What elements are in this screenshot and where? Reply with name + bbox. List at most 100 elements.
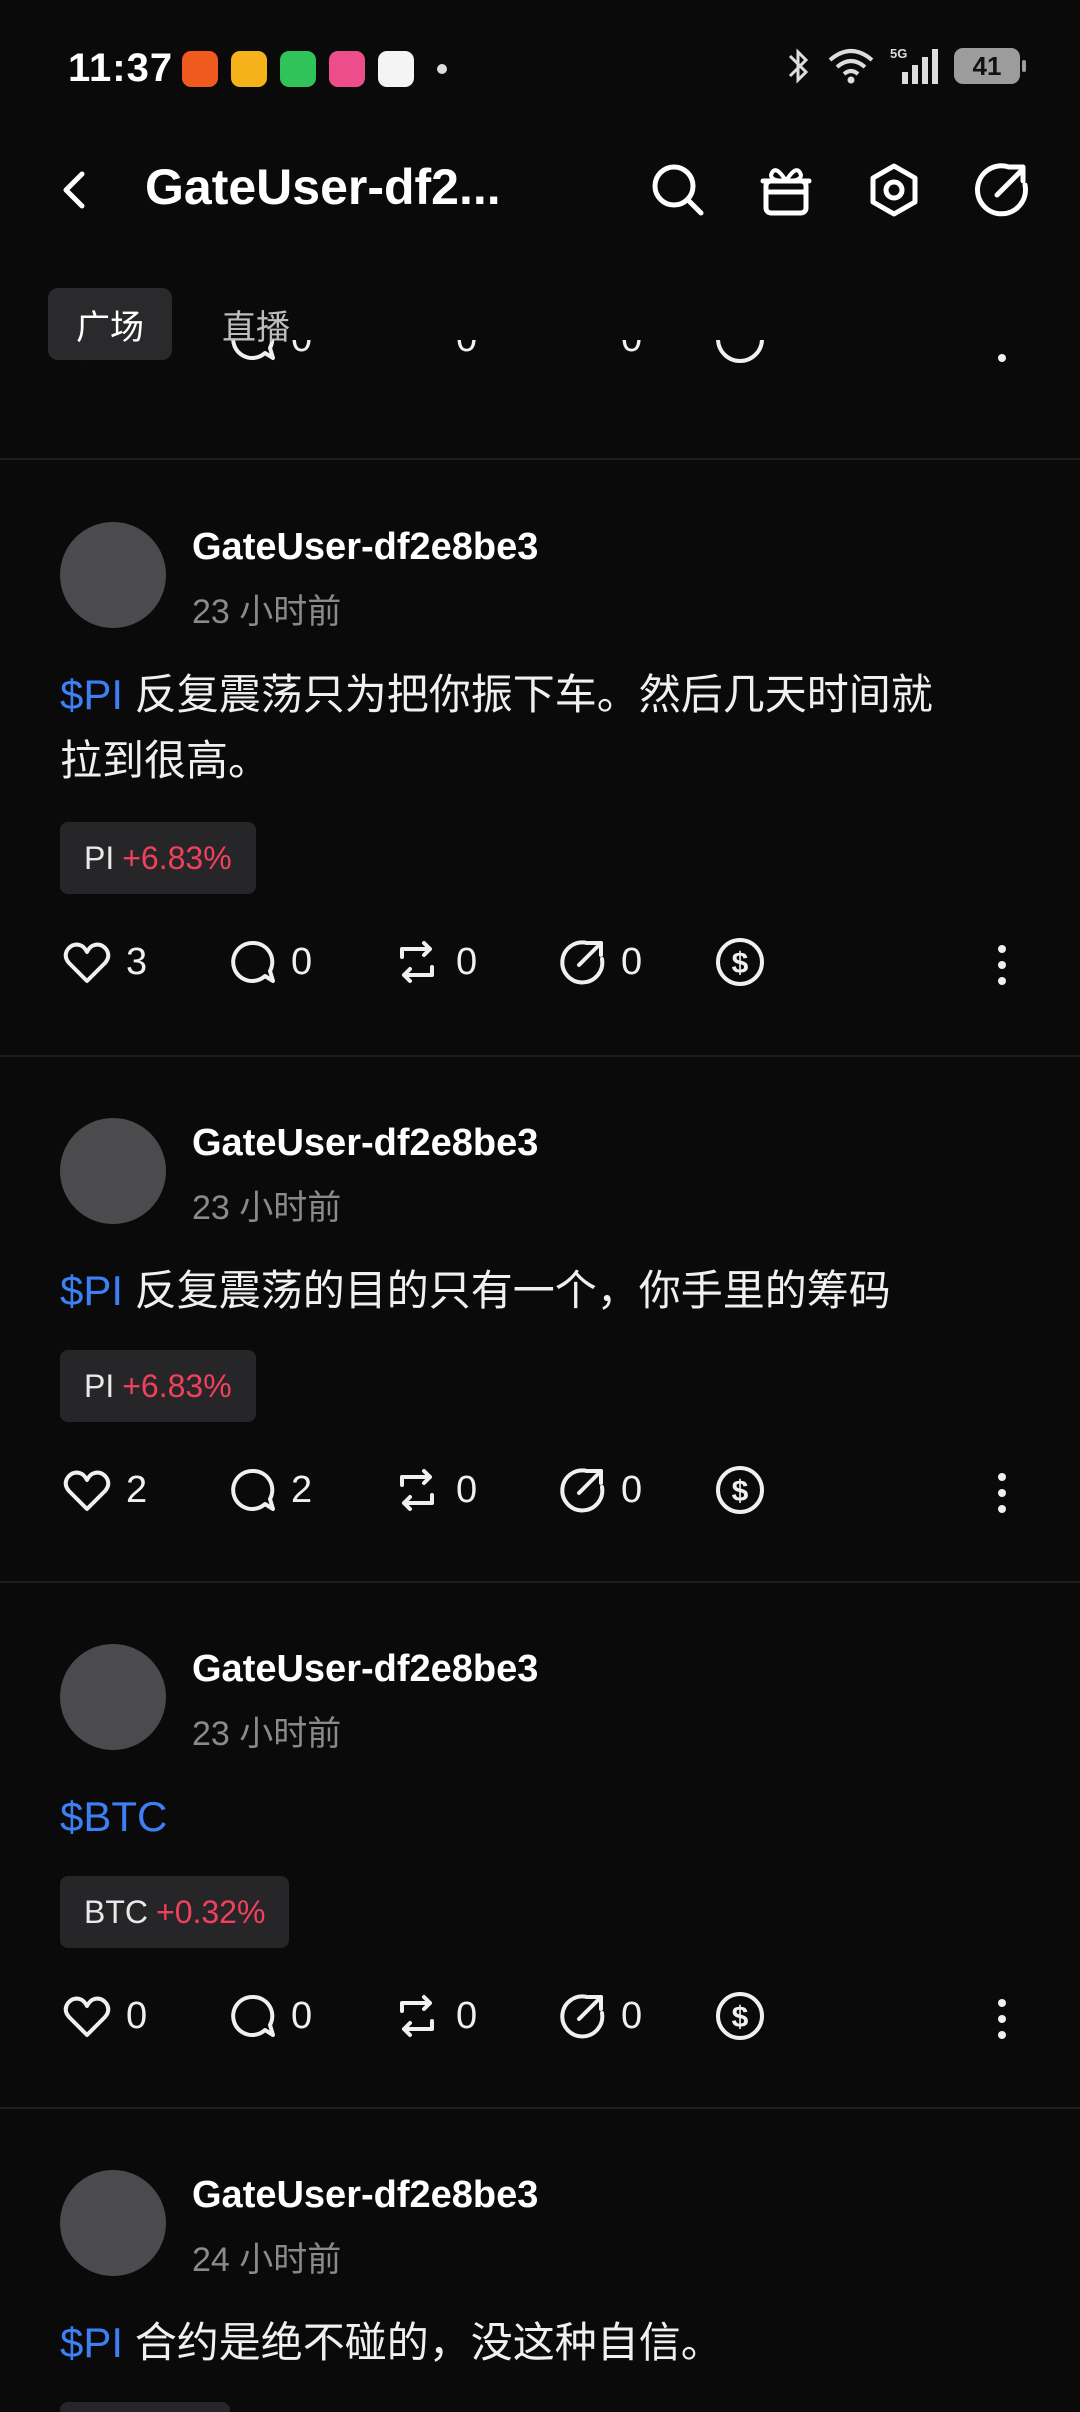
more-vertical-icon[interactable] [990,1989,1014,2049]
more-vertical-icon[interactable] [990,935,1014,995]
status-bar: 11:37 5G 41 [0,0,1080,130]
tip-button[interactable]: $ [713,1463,767,1517]
browser-notification-icon [378,51,414,87]
svg-text:$: $ [732,2001,749,2034]
avatar[interactable] [60,522,166,628]
post-content[interactable]: $PI 合约是绝不碰的，没这种自信。 [60,2310,1020,2376]
post-divider [0,2107,1080,2109]
comment-icon [231,1994,275,2037]
notification-icons [182,51,447,87]
coin-tag-link[interactable]: $PI [60,2319,123,2366]
tip-button[interactable]: $ [713,1989,767,2043]
forward-button[interactable]: 0 [555,1989,642,2043]
tab-live[interactable]: 直播 [194,288,318,360]
heart-icon [63,1470,111,1511]
tip-button[interactable] [713,340,767,366]
forward-icon [555,340,609,366]
forward-button[interactable]: 0 [555,340,642,366]
comment-count: 0 [291,940,313,983]
app-notification-icon [182,51,218,87]
search-icon[interactable] [645,157,711,223]
wifi-icon [828,49,874,84]
post-text-line2: 拉到很高。 [60,737,271,784]
system-icons: 5G 41 [786,46,1026,86]
repost-count: 0 [456,1468,478,1511]
page-title: GateUser-df2... [145,159,501,215]
more-vertical-icon[interactable] [990,1463,1014,1523]
tip-button[interactable]: $ [713,935,767,989]
repost-count: 0 [456,1994,478,2037]
like-button[interactable]: 3 [60,935,147,989]
coin-tag-link[interactable]: $PI [60,671,123,718]
post-feed[interactable]: 16 0 0 0 GateUser-df2e8be3 23 小时前 $PI 反复… [0,300,1080,2412]
share-icon[interactable] [969,157,1035,223]
like-count: 0 [126,1994,148,2037]
post-username[interactable]: GateUser-df2e8be3 [192,2174,538,2217]
avatar[interactable] [60,1644,166,1750]
repost-icon [390,340,444,366]
forward-button[interactable]: 0 [555,935,642,989]
svg-text:5G: 5G [890,46,907,61]
repost-count: 0 [456,340,477,361]
comment-button[interactable]: 0 [225,1989,312,2043]
post-content[interactable]: $PI 反复震荡的目的只有一个，你手里的筹码 [60,1258,1020,1324]
shopping-notification-icon [329,51,365,87]
back-arrow-icon[interactable] [52,160,96,220]
post-username[interactable]: GateUser-df2e8be3 [192,1648,538,1691]
post-actions: 0 0 0 0 $ [0,1989,1080,2049]
more-vertical-icon[interactable] [990,340,1014,372]
dollar-icon: $ [716,1992,764,2040]
post-actions: 2 2 0 0 $ [0,1463,1080,1523]
forward-icon [560,1468,605,1513]
post-timestamp: 24 小时前 [192,2241,342,2279]
post-content[interactable]: $BTC [60,1784,1020,1850]
post-divider [0,1581,1080,1583]
coin-tag-link[interactable]: $PI [60,1267,123,1314]
post-divider [0,1055,1080,1057]
comment-count: 2 [291,1468,313,1511]
avatar[interactable] [60,1118,166,1224]
like-count: 3 [126,940,148,983]
repost-icon [400,1469,434,1511]
battery-icon: 41 [954,48,1026,84]
comment-button[interactable]: 2 [225,1463,312,1517]
status-time: 11:37 [68,46,174,90]
dollar-icon: $ [716,938,764,986]
like-button[interactable]: 2 [60,1463,147,1517]
svg-text:$: $ [732,947,749,980]
avatar[interactable] [60,2170,166,2276]
comment-icon [231,940,275,983]
coin-chip[interactable]: PI +6.83% [60,1350,256,1422]
more-notifications-icon [437,64,447,74]
post-username[interactable]: GateUser-df2e8be3 [192,526,538,569]
coin-tag-link[interactable]: $BTC [60,1793,167,1840]
repost-icon [400,1995,434,2037]
coin-chip[interactable]: BTC +0.32% [60,1876,290,1948]
post-username[interactable]: GateUser-df2e8be3 [192,1122,538,1165]
settings-icon[interactable] [861,157,927,223]
dollar-icon: $ [716,1466,764,1514]
repost-button[interactable]: 0 [390,1989,477,2043]
coin-chip[interactable] [60,2402,230,2412]
comment-button[interactable]: 0 [225,935,312,989]
message-notification-icon [280,51,316,87]
repost-button[interactable]: 0 [390,340,477,366]
post-text: 反复震荡只为把你振下车。然后几天时间就 [123,671,933,718]
like-count: 2 [126,1468,148,1511]
gift-icon[interactable] [753,157,819,223]
tab-square[interactable]: 广场 [48,288,172,360]
repost-button[interactable]: 0 [390,935,477,989]
forward-button[interactable]: 0 [555,1463,642,1517]
comment-icon [231,1468,275,1511]
forward-icon [560,940,605,985]
forward-count: 0 [621,940,643,983]
coin-change: +0.32% [156,1893,266,1930]
like-button[interactable]: 0 [60,1989,147,2043]
repost-button[interactable]: 0 [390,1463,477,1517]
post-content[interactable]: $PI 反复震荡只为把你振下车。然后几天时间就 拉到很高。 [60,662,1020,794]
coin-symbol: PI [84,1367,115,1404]
comment-count: 0 [291,1994,313,2037]
coin-chip[interactable]: PI +6.83% [60,822,256,894]
post-actions: 3 0 0 0 $ [0,935,1080,995]
post-timestamp: 23 小时前 [192,1189,342,1227]
